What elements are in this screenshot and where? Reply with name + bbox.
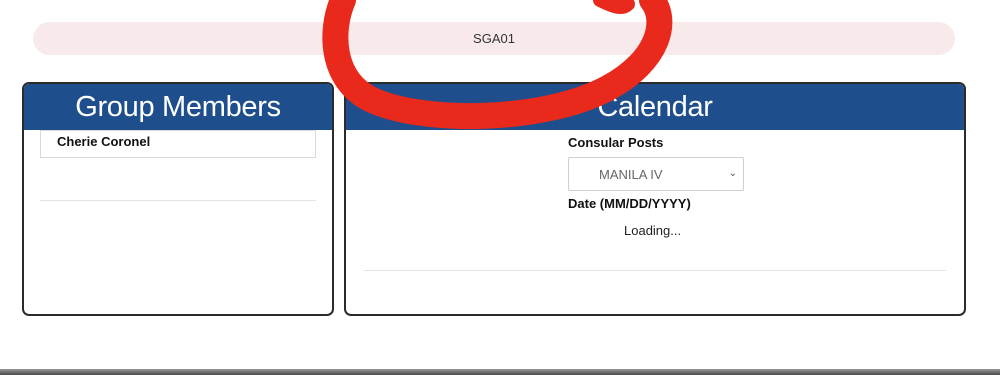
group-code: SGA01 <box>473 31 515 46</box>
group-members-header: Group Members <box>24 84 332 130</box>
screen-bottom-edge <box>0 369 1000 375</box>
group-members-title: Group Members <box>75 90 281 123</box>
calendar-header: Calendar <box>346 84 964 130</box>
calendar-panel: Calendar Consular Posts MANILA IV ⌄ Date… <box>344 82 966 316</box>
loading-status: Loading... <box>624 223 682 238</box>
group-members-panel: Group Members Cherie Coronel <box>22 82 334 316</box>
chevron-down-icon: ⌄ <box>728 168 737 179</box>
calendar-divider <box>364 270 946 271</box>
calendar-title: Calendar <box>597 90 713 123</box>
members-divider <box>40 200 316 201</box>
group-code-bar: SGA01 <box>33 22 955 55</box>
consular-post-value: MANILA IV <box>599 166 663 182</box>
date-label: Date (MM/DD/YYYY) <box>568 196 691 211</box>
member-list-item[interactable]: Cherie Coronel <box>40 130 316 158</box>
member-name: Cherie Coronel <box>57 134 151 149</box>
consular-posts-label: Consular Posts <box>568 135 664 150</box>
consular-post-select[interactable]: MANILA IV ⌄ <box>568 157 744 191</box>
